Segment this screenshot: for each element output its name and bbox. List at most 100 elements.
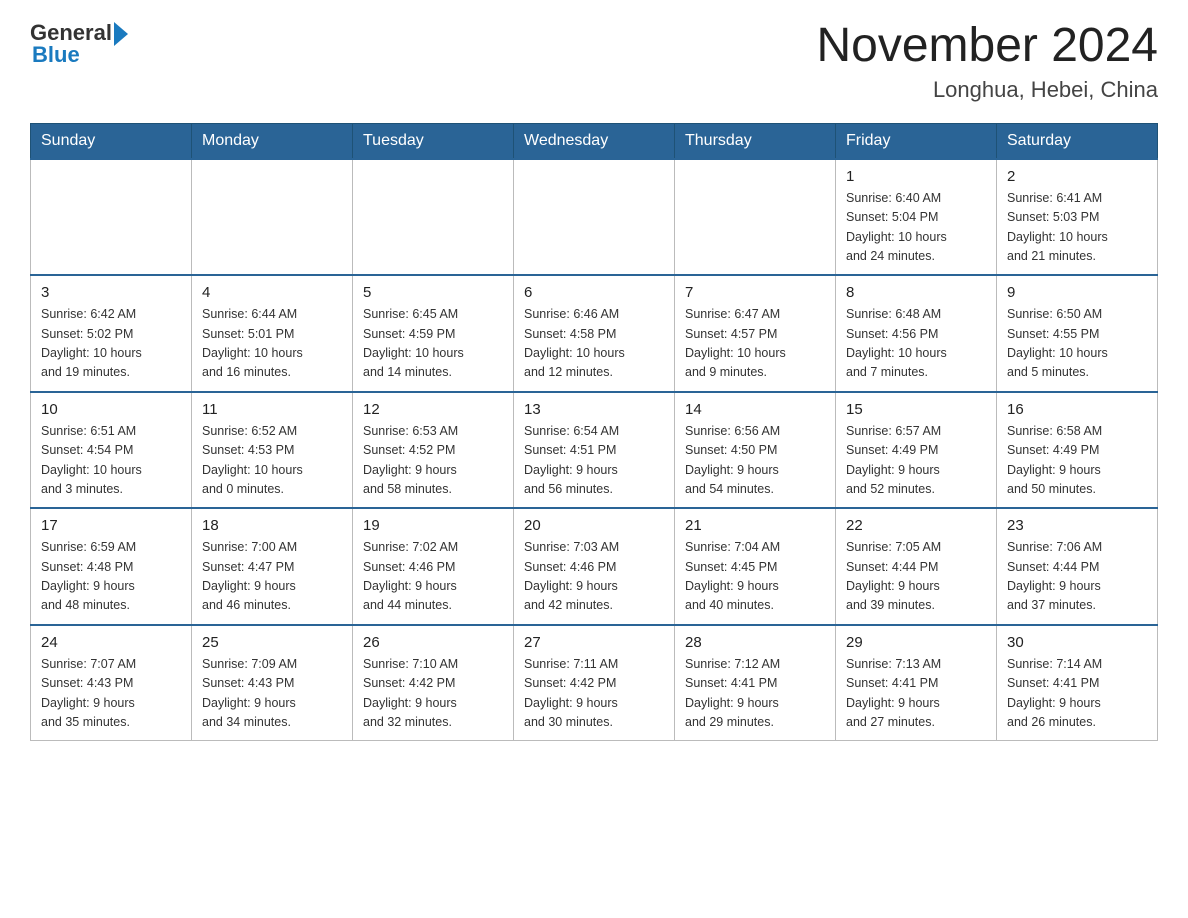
- day-info: Sunrise: 6:46 AMSunset: 4:58 PMDaylight:…: [524, 305, 664, 383]
- calendar-cell: 10 Sunrise: 6:51 AMSunset: 4:54 PMDayligh…: [31, 392, 192, 509]
- day-info: Sunrise: 7:13 AMSunset: 4:41 PMDaylight:…: [846, 655, 986, 733]
- day-number: 27: [524, 634, 664, 651]
- calendar-cell: 5Sunrise: 6:45 AMSunset: 4:59 PMDaylight…: [353, 275, 514, 392]
- day-info: Sunrise: 6:53 AMSunset: 4:52 PMDaylight:…: [363, 422, 503, 500]
- calendar-cell: 30 Sunrise: 7:14 AMSunset: 4:41 PMDayligh…: [997, 625, 1158, 741]
- day-info: Sunrise: 7:14 AMSunset: 4:41 PMDaylight:…: [1007, 655, 1147, 733]
- calendar-cell: [192, 159, 353, 276]
- day-number: 21: [685, 517, 825, 534]
- location-title: Longhua, Hebei, China: [816, 77, 1158, 103]
- day-info: Sunrise: 6:48 AMSunset: 4:56 PMDaylight:…: [846, 305, 986, 383]
- month-title: November 2024: [816, 20, 1158, 73]
- day-number: 19: [363, 517, 503, 534]
- calendar-cell: 12 Sunrise: 6:53 AMSunset: 4:52 PMDayligh…: [353, 392, 514, 509]
- calendar-cell: 2 Sunrise: 6:41 AMSunset: 5:03 PMDaylight…: [997, 159, 1158, 276]
- week-row-3: 10 Sunrise: 6:51 AMSunset: 4:54 PMDayligh…: [31, 392, 1158, 509]
- day-info: Sunrise: 6:44 AMSunset: 5:01 PMDaylight:…: [202, 305, 342, 383]
- day-number: 9: [1007, 284, 1147, 301]
- day-number: 13: [524, 401, 664, 418]
- day-number: 22: [846, 517, 986, 534]
- calendar-cell: 28 Sunrise: 7:12 AMSunset: 4:41 PMDayligh…: [675, 625, 836, 741]
- day-number: 1: [846, 168, 986, 185]
- day-number: 26: [363, 634, 503, 651]
- calendar-cell: 15 Sunrise: 6:57 AMSunset: 4:49 PMDayligh…: [836, 392, 997, 509]
- calendar-cell: 27 Sunrise: 7:11 AMSunset: 4:42 PMDayligh…: [514, 625, 675, 741]
- calendar-cell: 24Sunrise: 7:07 AMSunset: 4:43 PMDayligh…: [31, 625, 192, 741]
- calendar-cell: 9Sunrise: 6:50 AMSunset: 4:55 PMDaylight…: [997, 275, 1158, 392]
- day-info: Sunrise: 6:41 AMSunset: 5:03 PMDaylight:…: [1007, 189, 1147, 267]
- weekday-header-thursday: Thursday: [675, 123, 836, 159]
- day-info: Sunrise: 7:04 AMSunset: 4:45 PMDaylight:…: [685, 538, 825, 616]
- day-number: 28: [685, 634, 825, 651]
- day-info: Sunrise: 6:54 AMSunset: 4:51 PMDaylight:…: [524, 422, 664, 500]
- day-number: 2: [1007, 168, 1147, 185]
- calendar-cell: 7 Sunrise: 6:47 AMSunset: 4:57 PMDaylight…: [675, 275, 836, 392]
- day-number: 4: [202, 284, 342, 301]
- day-number: 20: [524, 517, 664, 534]
- title-block: November 2024 Longhua, Hebei, China: [816, 20, 1158, 103]
- day-number: 3: [41, 284, 181, 301]
- calendar-cell: 21 Sunrise: 7:04 AMSunset: 4:45 PMDayligh…: [675, 508, 836, 625]
- weekday-header-monday: Monday: [192, 123, 353, 159]
- day-info: Sunrise: 6:58 AMSunset: 4:49 PMDaylight:…: [1007, 422, 1147, 500]
- calendar-cell: 8 Sunrise: 6:48 AMSunset: 4:56 PMDaylight…: [836, 275, 997, 392]
- calendar-cell: 26 Sunrise: 7:10 AMSunset: 4:42 PMDayligh…: [353, 625, 514, 741]
- day-info: Sunrise: 6:56 AMSunset: 4:50 PMDaylight:…: [685, 422, 825, 500]
- calendar-cell: 14 Sunrise: 6:56 AMSunset: 4:50 PMDayligh…: [675, 392, 836, 509]
- day-info: Sunrise: 6:47 AMSunset: 4:57 PMDaylight:…: [685, 305, 825, 383]
- day-number: 6: [524, 284, 664, 301]
- calendar-cell: 16 Sunrise: 6:58 AMSunset: 4:49 PMDayligh…: [997, 392, 1158, 509]
- day-number: 29: [846, 634, 986, 651]
- calendar-cell: 13 Sunrise: 6:54 AMSunset: 4:51 PMDayligh…: [514, 392, 675, 509]
- day-number: 14: [685, 401, 825, 418]
- calendar-cell: [353, 159, 514, 276]
- day-info: Sunrise: 7:03 AMSunset: 4:46 PMDaylight:…: [524, 538, 664, 616]
- week-row-5: 24Sunrise: 7:07 AMSunset: 4:43 PMDayligh…: [31, 625, 1158, 741]
- calendar-cell: 25 Sunrise: 7:09 AMSunset: 4:43 PMDayligh…: [192, 625, 353, 741]
- weekday-header-row: SundayMondayTuesdayWednesdayThursdayFrid…: [31, 123, 1158, 159]
- day-info: Sunrise: 6:45 AMSunset: 4:59 PMDaylight:…: [363, 305, 503, 383]
- day-number: 15: [846, 401, 986, 418]
- day-number: 16: [1007, 401, 1147, 418]
- calendar-cell: 19 Sunrise: 7:02 AMSunset: 4:46 PMDayligh…: [353, 508, 514, 625]
- day-info: Sunrise: 6:51 AMSunset: 4:54 PMDaylight:…: [41, 422, 181, 500]
- calendar-cell: [31, 159, 192, 276]
- week-row-2: 3 Sunrise: 6:42 AMSunset: 5:02 PMDaylight…: [31, 275, 1158, 392]
- week-row-1: 1Sunrise: 6:40 AMSunset: 5:04 PMDaylight…: [31, 159, 1158, 276]
- calendar-cell: 18Sunrise: 7:00 AMSunset: 4:47 PMDayligh…: [192, 508, 353, 625]
- calendar-cell: 1Sunrise: 6:40 AMSunset: 5:04 PMDaylight…: [836, 159, 997, 276]
- day-number: 17: [41, 517, 181, 534]
- day-number: 10: [41, 401, 181, 418]
- day-info: Sunrise: 7:09 AMSunset: 4:43 PMDaylight:…: [202, 655, 342, 733]
- weekday-header-wednesday: Wednesday: [514, 123, 675, 159]
- page-header: General Blue November 2024 Longhua, Hebe…: [30, 20, 1158, 103]
- day-info: Sunrise: 7:10 AMSunset: 4:42 PMDaylight:…: [363, 655, 503, 733]
- day-info: Sunrise: 7:11 AMSunset: 4:42 PMDaylight:…: [524, 655, 664, 733]
- calendar-cell: 6 Sunrise: 6:46 AMSunset: 4:58 PMDaylight…: [514, 275, 675, 392]
- calendar-cell: 4 Sunrise: 6:44 AMSunset: 5:01 PMDaylight…: [192, 275, 353, 392]
- day-number: 7: [685, 284, 825, 301]
- day-info: Sunrise: 7:12 AMSunset: 4:41 PMDaylight:…: [685, 655, 825, 733]
- day-info: Sunrise: 7:00 AMSunset: 4:47 PMDaylight:…: [202, 538, 342, 616]
- calendar-cell: 23Sunrise: 7:06 AMSunset: 4:44 PMDayligh…: [997, 508, 1158, 625]
- day-info: Sunrise: 7:07 AMSunset: 4:43 PMDaylight:…: [41, 655, 181, 733]
- calendar-cell: [675, 159, 836, 276]
- calendar-cell: 29 Sunrise: 7:13 AMSunset: 4:41 PMDayligh…: [836, 625, 997, 741]
- day-info: Sunrise: 6:57 AMSunset: 4:49 PMDaylight:…: [846, 422, 986, 500]
- day-number: 12: [363, 401, 503, 418]
- weekday-header-tuesday: Tuesday: [353, 123, 514, 159]
- day-info: Sunrise: 6:59 AMSunset: 4:48 PMDaylight:…: [41, 538, 181, 616]
- day-info: Sunrise: 6:42 AMSunset: 5:02 PMDaylight:…: [41, 305, 181, 383]
- day-number: 8: [846, 284, 986, 301]
- day-info: Sunrise: 7:06 AMSunset: 4:44 PMDaylight:…: [1007, 538, 1147, 616]
- weekday-header-saturday: Saturday: [997, 123, 1158, 159]
- day-number: 11: [202, 401, 342, 418]
- logo-arrow-icon: [114, 22, 128, 46]
- day-number: 25: [202, 634, 342, 651]
- day-info: Sunrise: 7:02 AMSunset: 4:46 PMDaylight:…: [363, 538, 503, 616]
- week-row-4: 17 Sunrise: 6:59 AMSunset: 4:48 PMDayligh…: [31, 508, 1158, 625]
- day-number: 30: [1007, 634, 1147, 651]
- day-info: Sunrise: 6:52 AMSunset: 4:53 PMDaylight:…: [202, 422, 342, 500]
- calendar-cell: 3 Sunrise: 6:42 AMSunset: 5:02 PMDaylight…: [31, 275, 192, 392]
- logo: General Blue: [30, 20, 128, 68]
